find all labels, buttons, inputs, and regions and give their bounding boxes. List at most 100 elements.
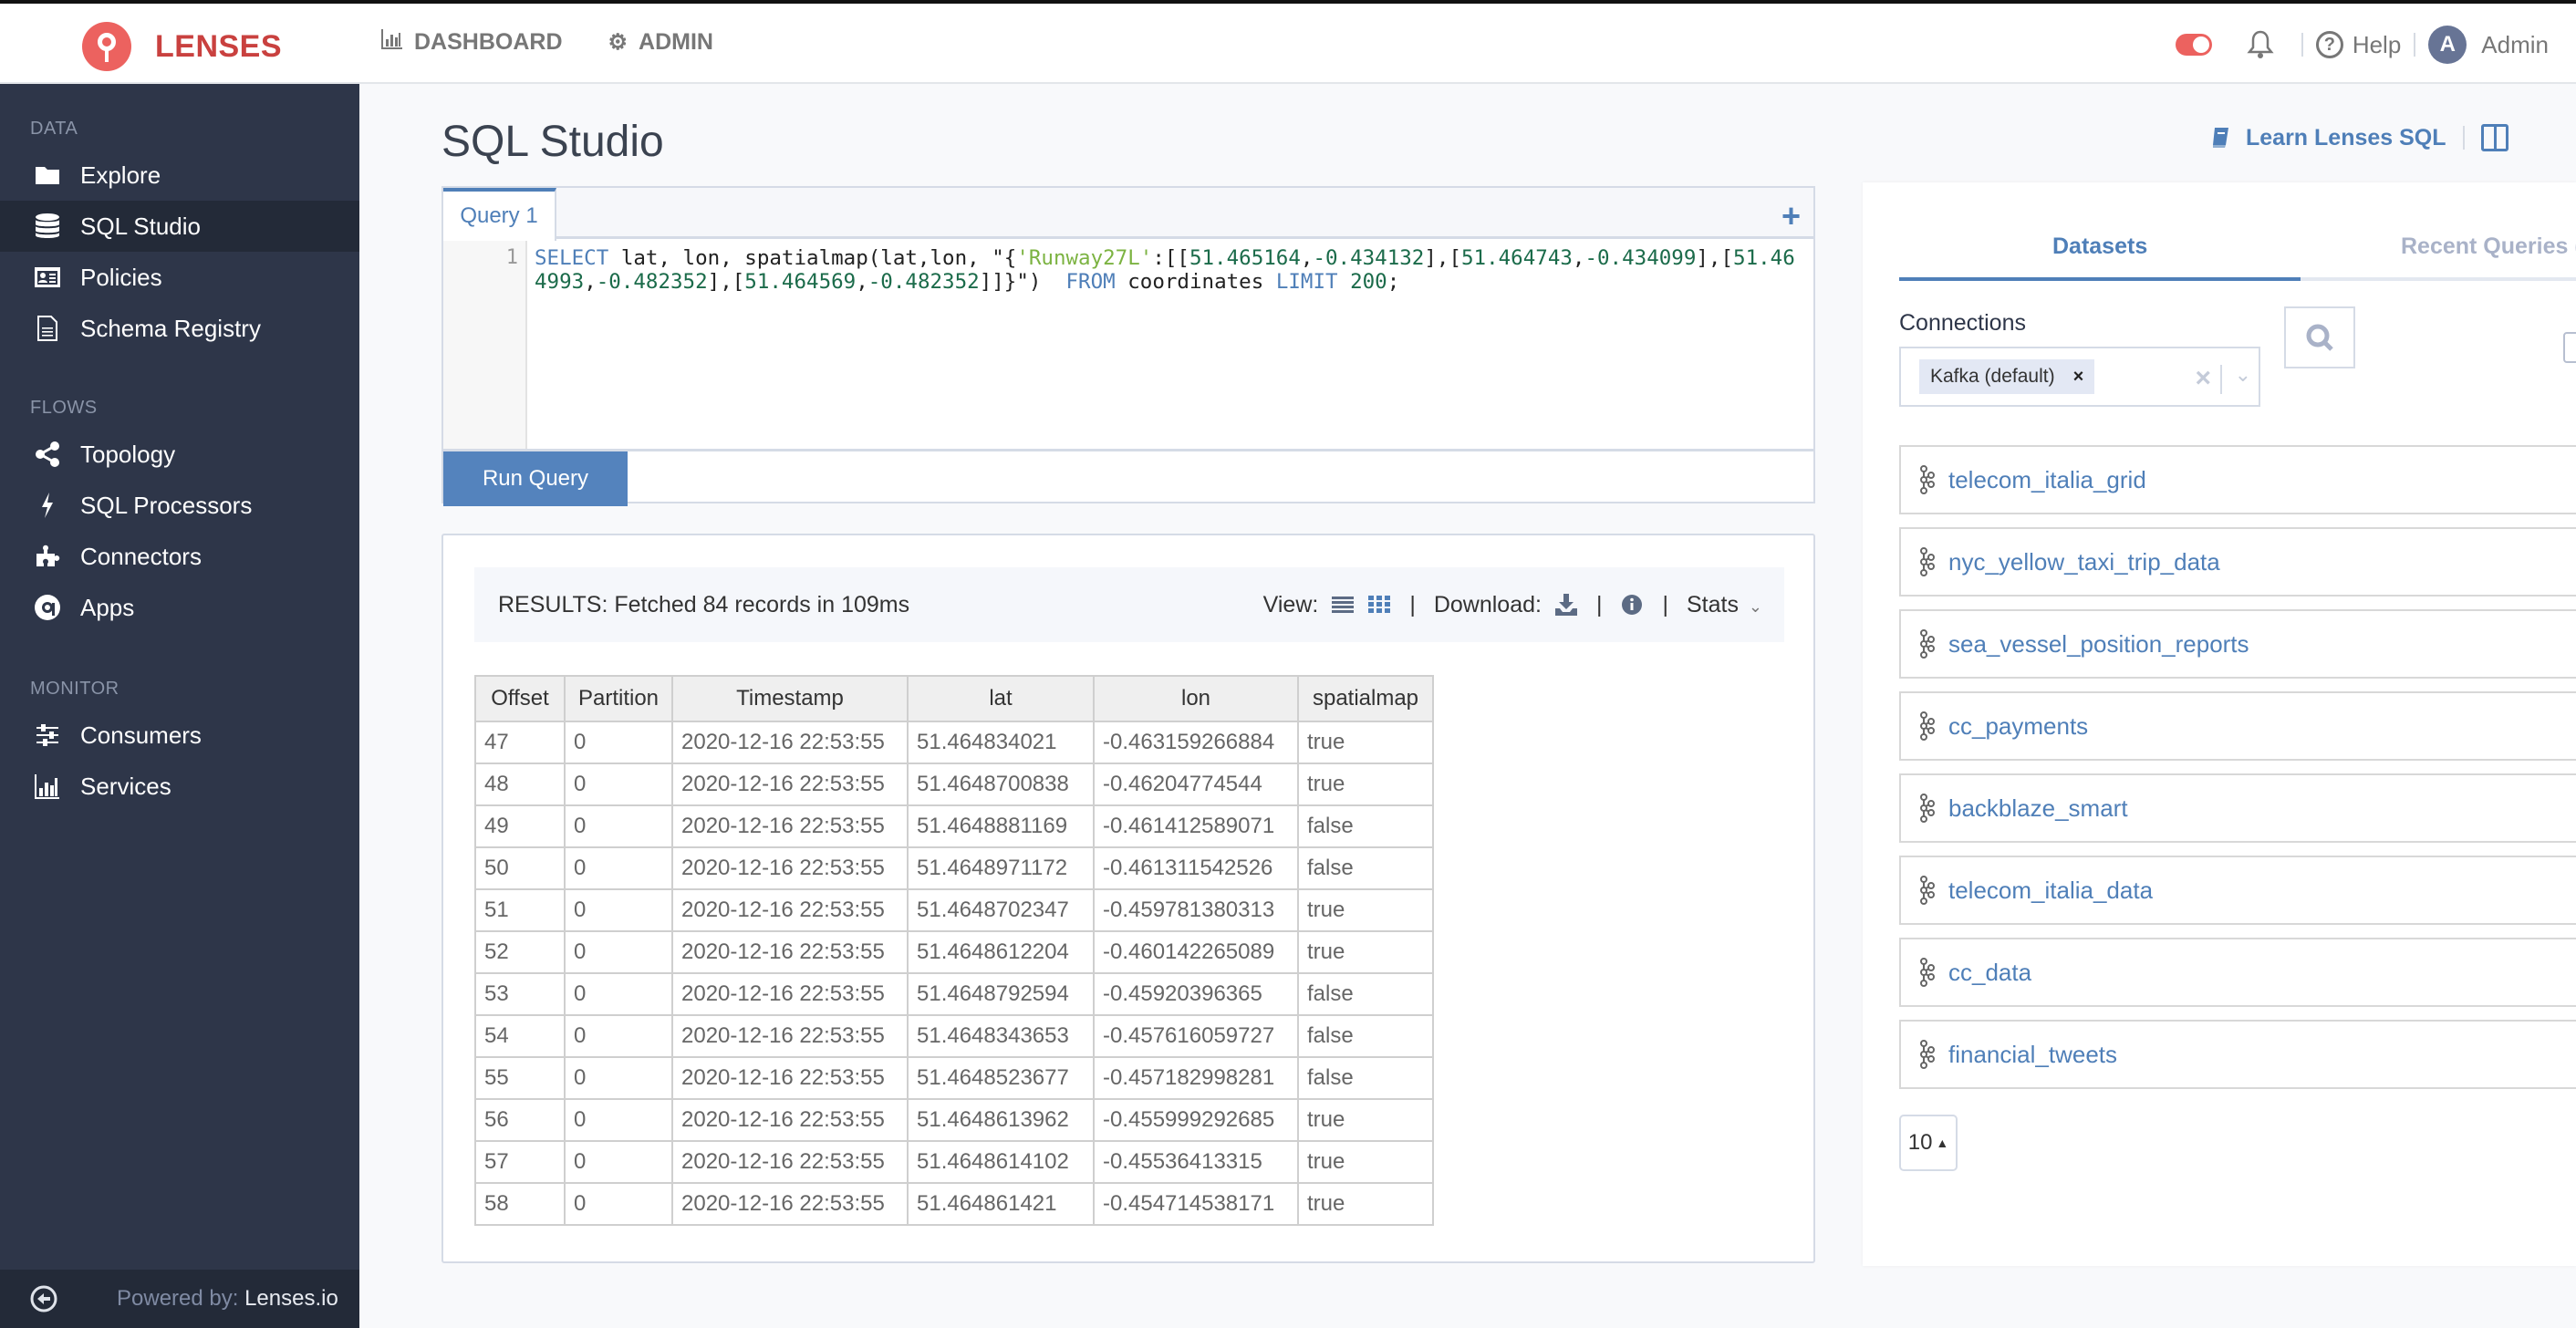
page-size-select[interactable]: 10 ▲ <box>1899 1115 1958 1171</box>
tab-query-1[interactable]: Query 1 <box>443 188 556 241</box>
learn-lenses-sql: Learn Lenses SQL <box>2211 124 2508 151</box>
connections-select[interactable]: Kafka (default) × × ⌄ <box>1899 347 2260 407</box>
table-cell: 51.4648792594 <box>907 972 1095 1016</box>
add-query-tab-icon[interactable]: + <box>1781 197 1801 235</box>
sidebar-item-topology[interactable]: Topology <box>0 429 359 480</box>
bar-chart-icon <box>33 772 62 801</box>
sidebar-item-apps[interactable]: Apps <box>0 582 359 633</box>
table-row[interactable]: 57 0 2020-12-16 22:53:55 51.4648614102 -0.45… <box>474 1140 1434 1184</box>
tab-datasets[interactable]: Datasets <box>2052 233 2147 265</box>
dataset-item[interactable]: telecom_italia_data <box>1899 856 2576 925</box>
stats-dropdown[interactable]: Stats ⌄ <box>1687 592 1762 618</box>
sidebar-item-sql-processors[interactable]: SQL Processors <box>0 480 359 531</box>
table-row[interactable]: 58 0 2020-12-16 22:53:55 51.464861421 -0.454… <box>474 1182 1434 1226</box>
top-nav: DASHBOARD ⚙ ADMIN <box>381 29 713 56</box>
table-cell: 2020-12-16 22:53:55 <box>671 846 909 890</box>
dataset-item[interactable]: nyc_yellow_taxi_trip_data <box>1899 527 2576 597</box>
sidebar-item-explore[interactable]: Explore <box>0 150 359 201</box>
learn-link[interactable]: Learn Lenses SQL <box>2246 125 2446 151</box>
table-cell: 0 <box>564 1014 673 1058</box>
top-right-controls: ? Help A Admin <box>2175 24 2549 66</box>
query-editor-panel: Query 1 + 1 SELECT lat, lon, spatialmap(… <box>441 186 1815 506</box>
sidebar: DATA Explore SQL Studio Policies Schema … <box>0 84 359 1328</box>
table-cell: 0 <box>564 1056 673 1100</box>
download-icon[interactable] <box>1554 594 1578 616</box>
table-row[interactable]: 51 0 2020-12-16 22:53:55 51.4648702347 -0.45… <box>474 888 1434 932</box>
tab-recent-queries[interactable]: Recent Queries ( <box>2401 233 2576 265</box>
column-header[interactable]: lon <box>1093 675 1299 722</box>
sidebar-item-consumers[interactable]: Consumers <box>0 710 359 761</box>
table-row[interactable]: 53 0 2020-12-16 22:53:55 51.4648792594 -0.45… <box>474 972 1434 1016</box>
grid-view-icon[interactable] <box>1367 594 1391 616</box>
powered-brand[interactable]: Lenses.io <box>244 1286 338 1311</box>
top-bar: LENSES DASHBOARD ⚙ ADMIN ? Help A Admin <box>0 0 2576 84</box>
clear-selection-icon[interactable]: × <box>2195 363 2211 394</box>
run-query-button[interactable]: Run Query <box>443 451 628 506</box>
lenses-logo-icon <box>82 22 131 71</box>
dataset-item[interactable]: cc_data <box>1899 938 2576 1007</box>
search-button[interactable] <box>2284 306 2355 368</box>
table-cell: 51.464861421 <box>907 1182 1095 1226</box>
checkbox[interactable] <box>2563 332 2576 363</box>
table-cell: 0 <box>564 930 673 974</box>
nav-admin[interactable]: ⚙ ADMIN <box>608 29 713 56</box>
table-row[interactable]: 55 0 2020-12-16 22:53:55 51.4648523677 -0.45… <box>474 1056 1434 1100</box>
sql-editor[interactable]: SELECT lat, lon, spatialmap(lat,lon, "{'… <box>535 246 1804 294</box>
table-cell: 52 <box>474 930 566 974</box>
table-row[interactable]: 49 0 2020-12-16 22:53:55 51.4648881169 -0.46… <box>474 804 1434 848</box>
dataset-item[interactable]: telecom_italia_grid <box>1899 445 2576 514</box>
sidebar-item-sql-studio[interactable]: SQL Studio <box>0 201 359 252</box>
folder-icon <box>33 161 62 190</box>
help-link[interactable]: ? Help <box>2315 31 2401 59</box>
remove-chip-icon[interactable]: × <box>2073 367 2084 388</box>
chevron-down-icon[interactable]: ⌄ <box>2235 363 2251 387</box>
table-cell: 2020-12-16 22:53:55 <box>671 930 909 974</box>
column-header[interactable]: spatialmap <box>1297 675 1434 722</box>
nav-dashboard[interactable]: DASHBOARD <box>381 29 563 56</box>
split-layout-icon[interactable] <box>2480 124 2508 151</box>
list-view-icon[interactable] <box>1331 594 1355 616</box>
column-header[interactable]: lat <box>907 675 1095 722</box>
theme-toggle[interactable] <box>2175 34 2212 56</box>
table-row[interactable]: 54 0 2020-12-16 22:53:55 51.4648343653 -0.45… <box>474 1014 1434 1058</box>
column-header[interactable]: Offset <box>474 675 566 722</box>
column-header[interactable]: Partition <box>564 675 673 722</box>
table-row[interactable]: 48 0 2020-12-16 22:53:55 51.4648700838 -0.46… <box>474 763 1434 806</box>
results-header: RESULTS: Fetched 84 records in 109ms Vie… <box>474 567 1784 642</box>
datasets-panel: Datasets Recent Queries ( Connections Ka… <box>1863 182 2576 1266</box>
table-cell: true <box>1297 721 1434 764</box>
table-cell: 48 <box>474 763 566 806</box>
sidebar-item-policies[interactable]: Policies <box>0 252 359 303</box>
info-icon[interactable] <box>1620 594 1644 616</box>
table-row[interactable]: 52 0 2020-12-16 22:53:55 51.4648612204 -0.46… <box>474 930 1434 974</box>
lenses-logo[interactable]: LENSES <box>82 22 282 71</box>
results-card: RESULTS: Fetched 84 records in 109ms Vie… <box>441 534 1815 1263</box>
dataset-item[interactable]: backblaze_smart <box>1899 773 2576 843</box>
dataset-item[interactable]: financial_tweets <box>1899 1020 2576 1089</box>
results-scroll-area[interactable]: RESULTS: Fetched 84 records in 109ms Vie… <box>443 535 1813 1234</box>
dataset-item[interactable]: cc_payments <box>1899 691 2576 761</box>
table-cell: -0.45536413315 <box>1093 1140 1299 1184</box>
bolt-icon <box>33 491 62 520</box>
kafka-topic-icon <box>1917 465 1936 494</box>
divider <box>2462 126 2465 150</box>
table-row[interactable]: 50 0 2020-12-16 22:53:55 51.4648971172 -0.46… <box>474 846 1434 890</box>
table-cell: 51 <box>474 888 566 932</box>
bell-icon[interactable] <box>2247 29 2274 60</box>
section-flows: FLOWS <box>30 398 98 418</box>
table-cell: 2020-12-16 22:53:55 <box>671 972 909 1016</box>
dataset-item[interactable]: sea_vessel_position_reports <box>1899 609 2576 679</box>
table-cell: 2020-12-16 22:53:55 <box>671 1182 909 1226</box>
sidebar-item-services[interactable]: Services <box>0 761 359 812</box>
sidebar-item-connectors[interactable]: Connectors <box>0 531 359 582</box>
column-header[interactable]: Timestamp <box>671 675 909 722</box>
table-row[interactable]: 47 0 2020-12-16 22:53:55 51.464834021 -0.463… <box>474 721 1434 764</box>
table-cell: true <box>1297 1140 1434 1184</box>
table-row[interactable]: 56 0 2020-12-16 22:53:55 51.4648613962 -0.45… <box>474 1098 1434 1142</box>
avatar[interactable]: A <box>2428 26 2467 64</box>
table-cell: 51.4648971172 <box>907 846 1095 890</box>
table-cell: 58 <box>474 1182 566 1226</box>
sidebar-item-schema-registry[interactable]: Schema Registry <box>0 303 359 354</box>
user-name[interactable]: Admin <box>2481 31 2549 59</box>
collapse-sidebar-icon[interactable] <box>29 1284 58 1313</box>
